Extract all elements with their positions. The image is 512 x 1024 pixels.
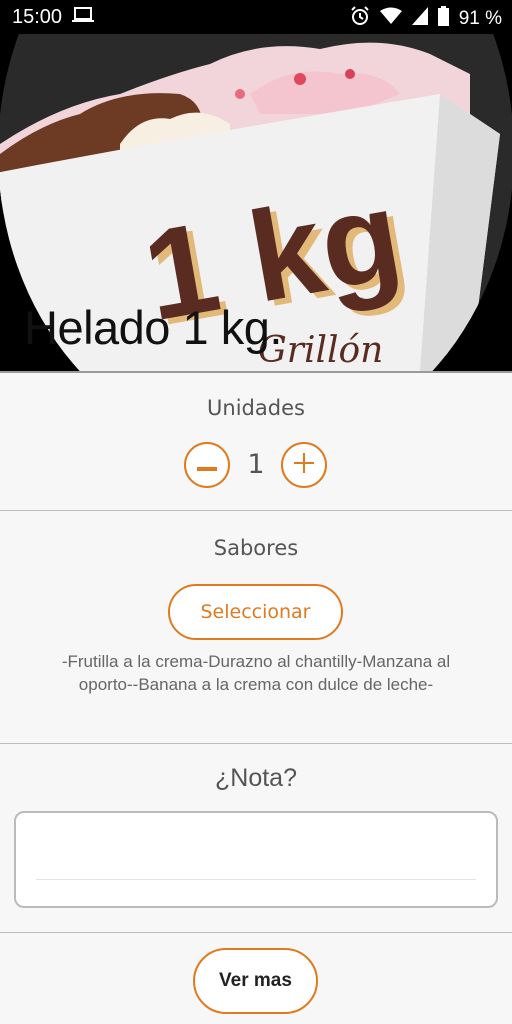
divider (0, 371, 512, 373)
battery-icon (437, 6, 449, 31)
increase-button[interactable] (281, 442, 327, 488)
product-title: Helado 1 kg. (24, 301, 282, 354)
note-input[interactable] (14, 811, 498, 908)
battery-percent: 91 % (458, 7, 502, 29)
divider (0, 743, 512, 744)
units-label: Unidades (207, 396, 305, 420)
product-image: 1 kg 1 kg Grillón Helado 1 kg. (0, 34, 512, 371)
status-bar: 15:00 91 % (0, 0, 512, 34)
more-button[interactable]: Ver mas (193, 948, 318, 1014)
laptop-icon (72, 7, 95, 28)
decrease-button[interactable] (184, 442, 230, 488)
wifi-icon (379, 7, 402, 30)
select-flavors-button[interactable]: Seleccionar (168, 584, 343, 640)
status-time: 15:00 (12, 6, 63, 28)
flavors-list: -Frutilla a la crema-Durazno al chantill… (61, 652, 451, 694)
minus-icon (197, 456, 217, 475)
divider (0, 932, 512, 933)
signal-icon (411, 7, 428, 30)
note-label: ¿Nota? (215, 764, 297, 792)
plus-icon (294, 453, 314, 477)
flavors-label: Sabores (213, 536, 299, 560)
alarm-icon (350, 6, 370, 31)
quantity-value: 1 (247, 449, 265, 480)
note-input-underline (36, 879, 476, 880)
divider (0, 510, 512, 511)
